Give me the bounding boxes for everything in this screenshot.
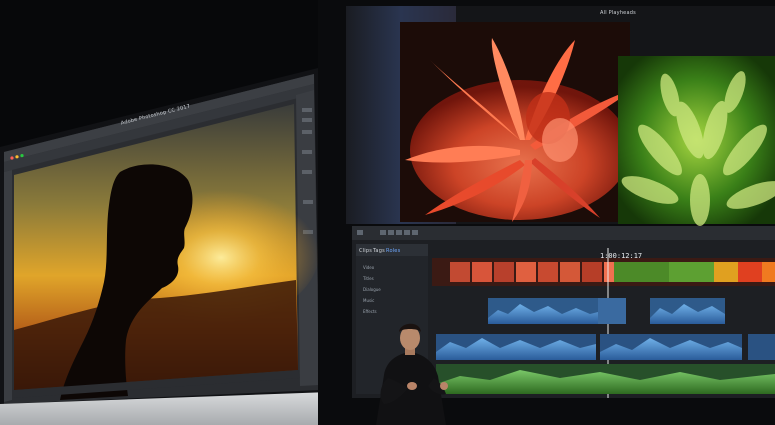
photoshop-tools-panel	[4, 170, 12, 402]
timecode-display: 1:00:12:17	[600, 252, 643, 260]
close-window-icon[interactable]	[10, 156, 14, 160]
role-effects[interactable]: Effects	[363, 306, 381, 317]
right-display	[318, 0, 775, 425]
viewer-title: All Playheads	[600, 10, 636, 16]
role-list: Video Titles Dialogue Music Effects	[363, 262, 381, 317]
role-video[interactable]: Video	[363, 262, 381, 273]
keynote-stage: Adobe Photoshop CC 2017 All Playheads 1:…	[0, 0, 775, 425]
tab-clips[interactable]: Clips	[359, 248, 372, 254]
presenter-hand-left	[407, 382, 417, 390]
zoom-window-icon[interactable]	[20, 154, 24, 158]
video-filmstrip	[432, 258, 775, 286]
left-display	[0, 68, 325, 412]
tab-tags[interactable]: Tags	[373, 248, 385, 254]
role-dialogue[interactable]: Dialogue	[363, 284, 381, 295]
role-music[interactable]: Music	[363, 295, 381, 306]
presenter-hand-right	[440, 382, 448, 390]
minimize-window-icon[interactable]	[15, 155, 19, 159]
role-titles[interactable]: Titles	[363, 273, 381, 284]
tab-roles[interactable]: Roles	[386, 248, 400, 254]
stage-svg	[0, 0, 775, 425]
